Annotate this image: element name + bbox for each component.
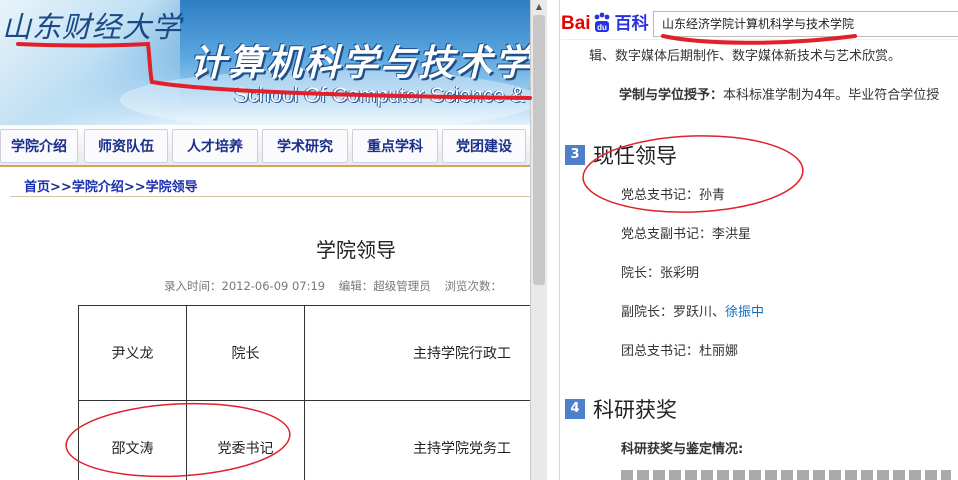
section-title-research-awards: 科研获奖 <box>593 398 677 422</box>
baike-header: Bai du 百科 山东经济学院计算机科学与技术学院 <box>561 0 958 40</box>
search-input[interactable]: 山东经济学院计算机科学与技术学院 <box>653 11 958 37</box>
logo-bai: Bai <box>561 13 591 34</box>
leader-name: 邵文涛 <box>78 400 187 480</box>
degree-value: 本科标准学制为4年。毕业符合学位授 <box>723 88 940 103</box>
breadcrumb-current[interactable]: 学院领导 <box>146 180 198 195</box>
leader-duty: 主持学院党务工 <box>304 400 530 480</box>
leader-duty: 主持学院行政工 <box>304 305 530 401</box>
divider <box>10 196 530 197</box>
leader-line: 副院长：罗跃川、徐振中 <box>621 301 764 320</box>
logo-baike: 百科 <box>614 14 649 33</box>
article-meta: 录入时间：2012-06-09 07:19 编辑：超级管理员 浏览次数： <box>164 278 512 294</box>
cut-off-text-line <box>621 470 951 480</box>
leader-label: 副院长： <box>621 305 674 320</box>
leader-line: 团总支书记：杜丽娜 <box>621 340 738 359</box>
nav-item-faculty[interactable]: 师资队伍 <box>84 129 168 163</box>
article-title: 学院领导 <box>316 238 396 262</box>
meta-editor: 编辑：超级管理员 <box>338 279 431 293</box>
leader-position: 党委书记 <box>186 400 305 480</box>
section-title-current-leaders: 现任领导 <box>593 144 677 168</box>
logo-du: du <box>597 23 607 32</box>
scrollbar-thumb[interactable] <box>533 15 545 285</box>
leader-line: 党总支书记：孙青 <box>621 184 725 203</box>
leader-name: 李洪星 <box>712 227 752 242</box>
leader-name: 罗跃川、 <box>673 305 726 320</box>
baidu-baike-logo[interactable]: Bai du 百科 <box>561 9 649 35</box>
pane-divider <box>547 0 560 480</box>
scroll-up-arrow-icon[interactable]: ▲ <box>533 1 545 13</box>
leader-line: 院长：张彩明 <box>621 262 699 281</box>
section-number-badge: 3 <box>565 145 585 165</box>
leader-name: 张彩明 <box>660 266 700 281</box>
breadcrumb: 首页>>学院介绍>>学院领导 <box>24 176 198 195</box>
site-banner: 山东财经大学 计算机科学与技术学 School Of Computer Scie… <box>0 0 530 125</box>
degree-label: 学制与学位授予： <box>619 88 724 103</box>
breadcrumb-home[interactable]: 首页 <box>24 180 50 195</box>
school-website-pane: 山东财经大学 计算机科学与技术学 School Of Computer Scie… <box>0 0 530 480</box>
nav-item-key-disciplines[interactable]: 重点学科 <box>352 129 438 163</box>
school-name-en: School Of Computer Science & T <box>234 84 530 107</box>
main-nav: 学院介绍 师资队伍 人才培养 学术研究 重点学科 党团建设 <box>0 125 530 167</box>
school-logo[interactable]: 山东财经大学 <box>2 4 182 46</box>
leader-label: 党总支书记： <box>621 188 700 203</box>
table-row: 邵文涛 党委书记 主持学院党务工 <box>78 400 530 480</box>
vertical-scrollbar[interactable]: ▲ <box>530 0 547 480</box>
baidu-paw-icon: du <box>594 12 609 32</box>
breadcrumb-sep: >> <box>123 180 146 195</box>
leader-name: 杜丽娜 <box>699 344 739 359</box>
degree-text: 学制与学位授予：本科标准学制为4年。毕业符合学位授 <box>619 84 939 103</box>
leader-position: 院长 <box>186 305 305 401</box>
leader-label: 院长： <box>621 266 661 281</box>
school-name-cn: 计算机科学与技术学 <box>190 42 530 84</box>
section-number-badge: 4 <box>565 399 585 419</box>
leader-line: 党总支副书记：李洪星 <box>621 223 751 242</box>
leader-name: 尹义龙 <box>78 305 187 401</box>
leader-link[interactable]: 徐振中 <box>725 305 764 320</box>
award-subheading: 科研获奖与鉴定情况: <box>621 442 744 457</box>
nav-item-education[interactable]: 人才培养 <box>172 129 258 163</box>
breadcrumb-college-intro[interactable]: 学院介绍 <box>72 180 124 195</box>
breadcrumb-sep: >> <box>50 180 72 195</box>
intro-text: 辑、数字媒体后期制作、数字媒体新技术与艺术欣赏。 <box>589 49 902 64</box>
nav-item-party[interactable]: 党团建设 <box>442 129 526 163</box>
meta-views: 浏览次数： <box>444 279 502 293</box>
leader-label: 团总支书记： <box>621 344 700 359</box>
leaders-table: 尹义龙 院长 主持学院行政工 邵文涛 党委书记 主持学院党务工 <box>78 305 530 480</box>
meta-entry-time: 录入时间：2012-06-09 07:19 <box>164 279 326 293</box>
leader-name: 孙青 <box>699 188 726 203</box>
baike-pane: Bai du 百科 山东经济学院计算机科学与技术学院 辑、数字媒体后期制作、数字媒体… <box>561 0 958 480</box>
nav-item-college-intro[interactable]: 学院介绍 <box>0 129 78 163</box>
leader-label: 党总支副书记： <box>621 227 713 242</box>
table-row: 尹义龙 院长 主持学院行政工 <box>78 305 530 401</box>
nav-item-research[interactable]: 学术研究 <box>262 129 348 163</box>
